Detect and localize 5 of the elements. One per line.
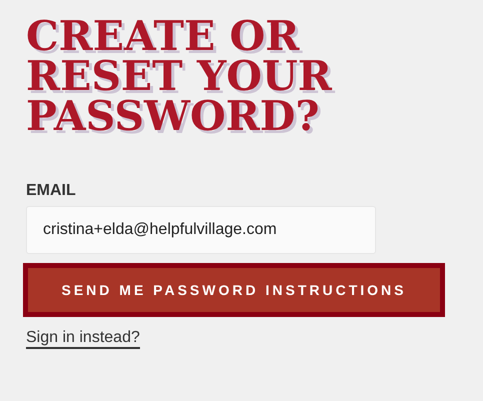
page-heading: CREATE OR RESET YOUR PASSWORD? (26, 16, 332, 136)
email-field[interactable]: cristina+elda@helpfulvillage.com (26, 206, 376, 254)
email-label: EMAIL (26, 182, 76, 200)
send-instructions-button[interactable]: SEND ME PASSWORD INSTRUCTIONS (23, 263, 445, 317)
sign-in-link[interactable]: Sign in instead? (26, 329, 140, 349)
